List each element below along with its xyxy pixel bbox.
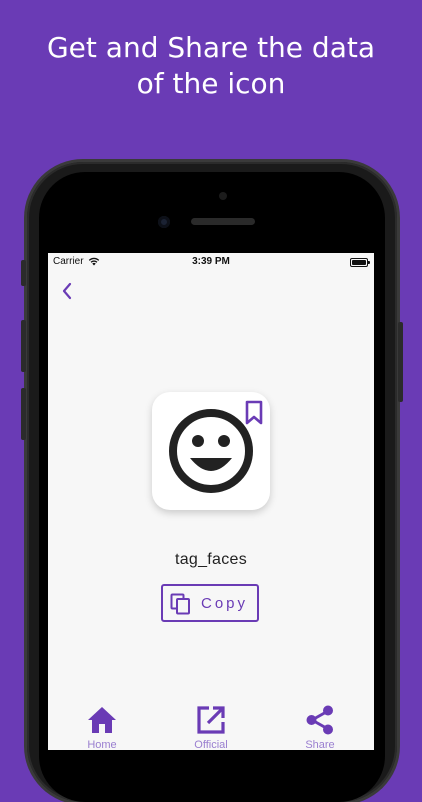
copy-icon [170,593,190,615]
volume-up-button [21,320,26,372]
tab-official[interactable]: Official [166,698,256,750]
tab-bar: Home Official Share [48,698,374,750]
promo-title-line-2: of the icon [136,67,286,100]
chevron-left-icon [62,282,72,300]
battery-icon [350,258,370,267]
copy-button[interactable]: Copy [161,584,259,622]
mute-switch [21,260,26,286]
tag-faces-icon [169,409,253,493]
icon-preview-card [152,392,270,510]
power-button [398,322,403,402]
proximity-sensor [219,192,227,200]
icon-name-label: tag_faces [174,551,248,568]
promo-title-line-1: Get and Share the data [46,31,375,64]
tab-official-label: Official [194,739,228,750]
bookmark-icon[interactable] [244,400,264,426]
status-time: 3:39 PM [192,256,230,267]
status-bar: Carrier 3:39 PM [48,253,374,271]
copy-button-label: Copy [201,595,249,612]
tab-share-label: Share [305,739,335,750]
tab-home-label: Home [87,739,117,750]
tab-home[interactable]: Home [57,698,147,750]
share-icon [306,705,333,735]
front-camera [158,216,170,228]
back-button[interactable] [56,279,78,303]
tab-share[interactable]: Share [275,698,365,750]
promo-title: Get and Share the data of the icon [0,30,422,102]
open-in-new-icon [197,706,225,734]
app-screen: Carrier 3:39 PM tag_faces Copy Home Offi… [48,253,374,750]
volume-down-button [21,388,26,440]
home-icon [88,707,116,733]
earpiece-speaker [191,218,255,225]
